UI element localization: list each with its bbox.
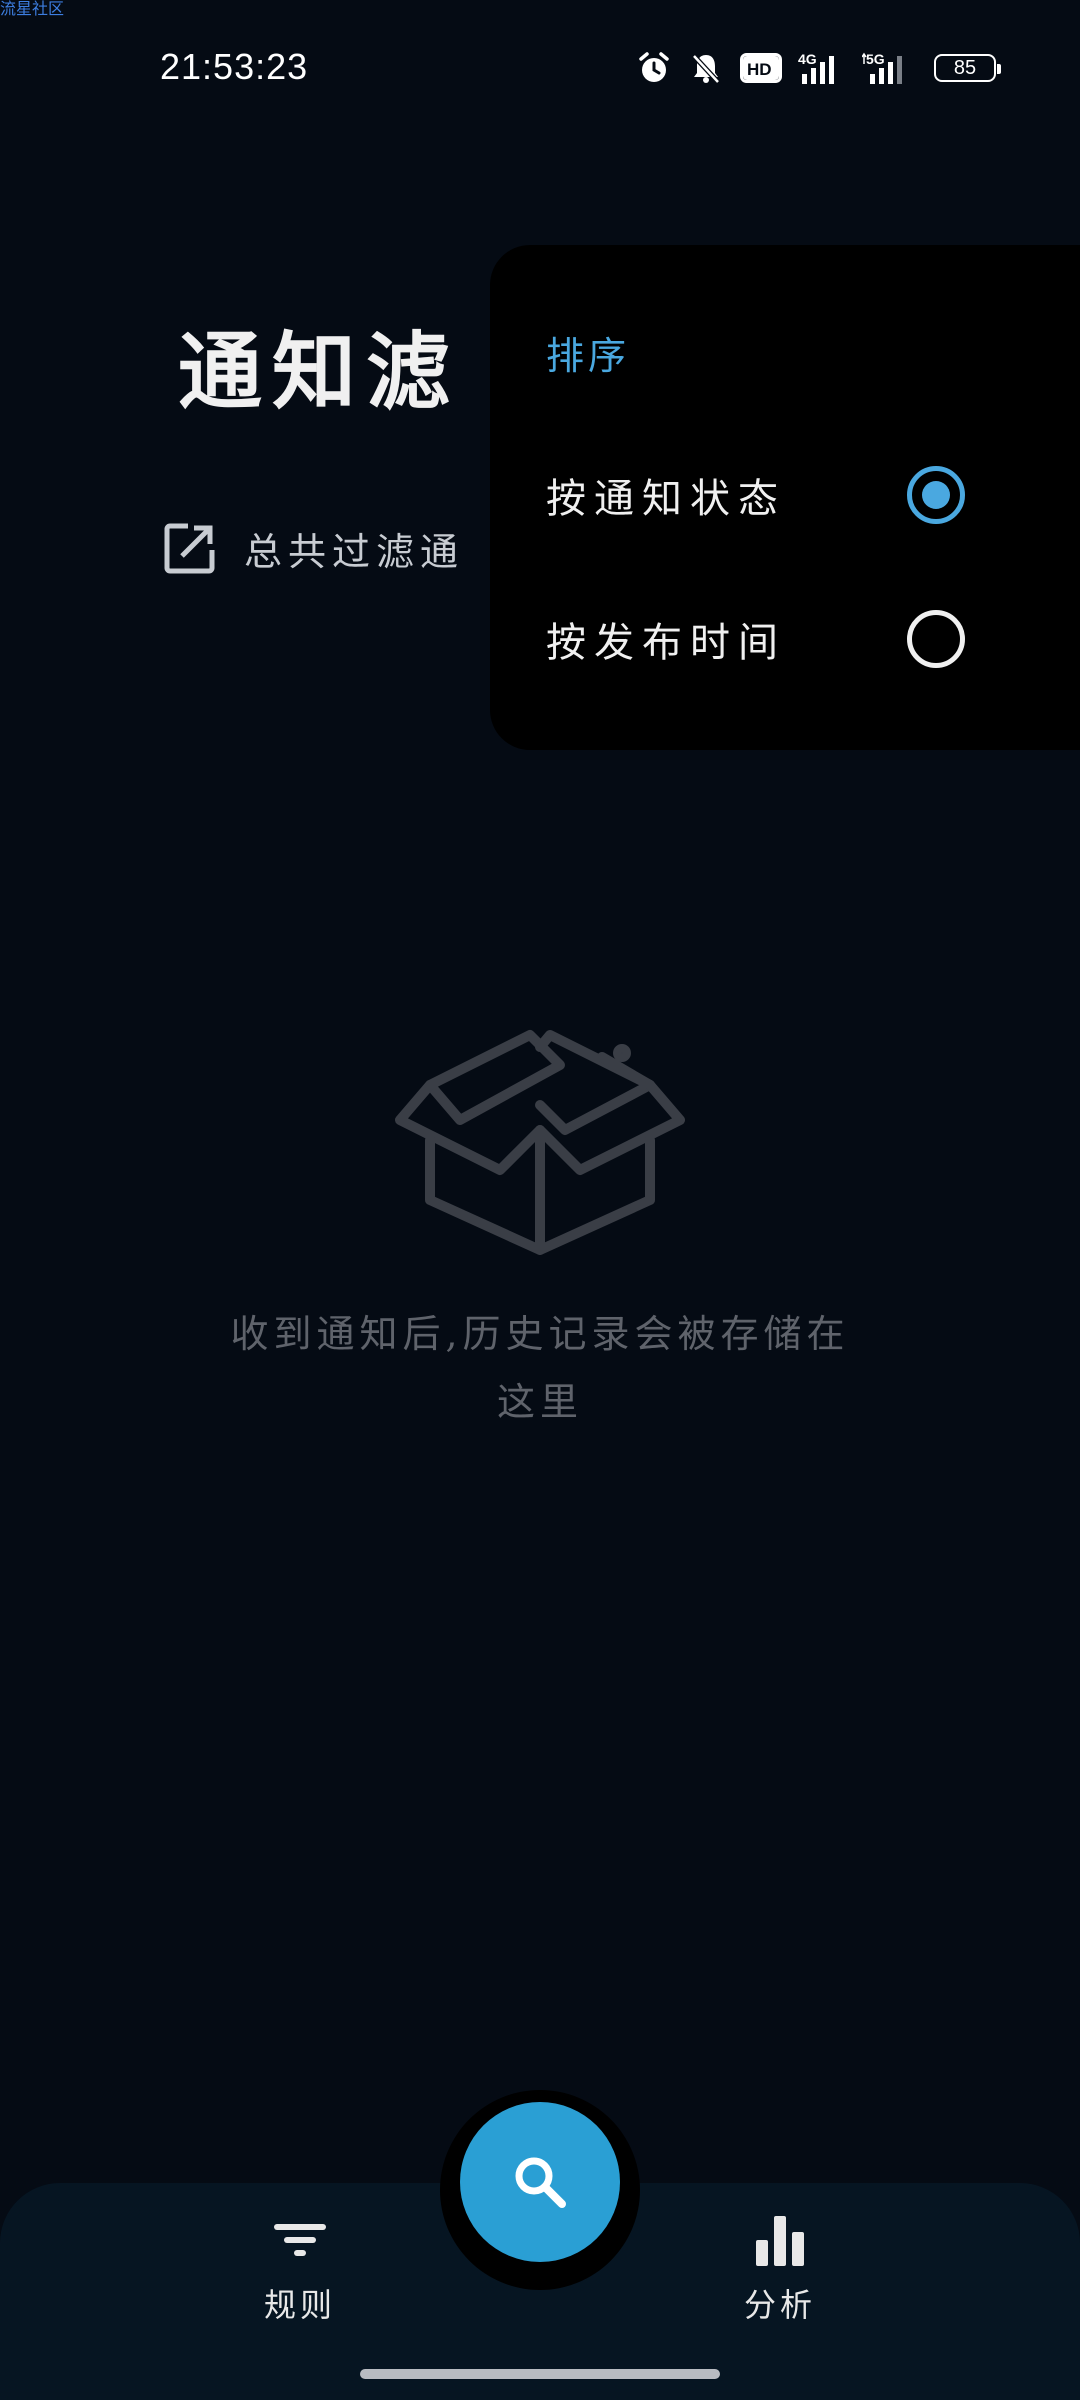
radio-unselected-icon[interactable]	[907, 610, 965, 668]
sort-popup-menu: 排序 按通知状态 按发布时间	[490, 245, 1080, 750]
screen: 流星社区 21:53:23 HD 4G 5G 85 通知滤 总共过滤通 收到通知…	[0, 0, 1080, 2400]
alarm-icon	[636, 50, 672, 86]
empty-state-line-1: 收到通知后,历史记录会被存储在	[230, 1312, 850, 1356]
nav-label-analysis: 分析	[743, 2286, 816, 2324]
sort-menu-title: 排序	[546, 334, 631, 378]
status-time: 21:53:23	[160, 46, 309, 87]
sort-option-by-notification-status[interactable]: 按通知状态	[490, 440, 1080, 550]
svg-text:HD: HD	[747, 60, 772, 79]
battery-level: 85	[934, 54, 1001, 82]
nav-item-analysis[interactable]: 分析	[680, 2210, 880, 2326]
bell-muted-icon	[688, 50, 724, 86]
search-icon	[515, 2157, 566, 2208]
sort-option-by-publish-time[interactable]: 按发布时间	[490, 584, 1080, 694]
radio-selected-icon[interactable]	[907, 466, 965, 524]
status-icons: HD 4G 5G 85	[636, 48, 1001, 88]
empty-state-text: 收到通知后,历史记录会被存储在 这里	[180, 1300, 900, 1436]
signal-4g-icon: 4G	[798, 50, 846, 86]
status-bar: 21:53:23 HD 4G 5G 85	[0, 0, 1080, 130]
sort-option-label: 按通知状态	[546, 476, 786, 522]
bar-chart-icon	[756, 2216, 804, 2266]
search-fab-button[interactable]	[460, 2102, 620, 2262]
filter-count-text: 总共过滤通	[244, 529, 465, 574]
nav-label-rules: 规则	[263, 2286, 336, 2324]
sort-option-label: 按发布时间	[546, 620, 786, 666]
filter-count-row[interactable]: 总共过滤通	[162, 520, 464, 576]
battery-icon: 85	[934, 50, 1001, 86]
page-title: 通知滤	[178, 322, 461, 421]
filter-icon	[274, 2224, 326, 2256]
empty-box-icon	[395, 1030, 685, 1255]
home-indicator[interactable]	[360, 2369, 720, 2379]
hd-icon: HD	[740, 50, 782, 86]
open-external-icon	[164, 523, 215, 574]
signal-5g-icon: 5G	[862, 50, 918, 86]
nav-item-rules[interactable]: 规则	[200, 2210, 400, 2326]
svg-text:5G: 5G	[866, 51, 885, 67]
svg-text:4G: 4G	[798, 51, 817, 67]
empty-state-line-2: 这里	[496, 1380, 583, 1424]
